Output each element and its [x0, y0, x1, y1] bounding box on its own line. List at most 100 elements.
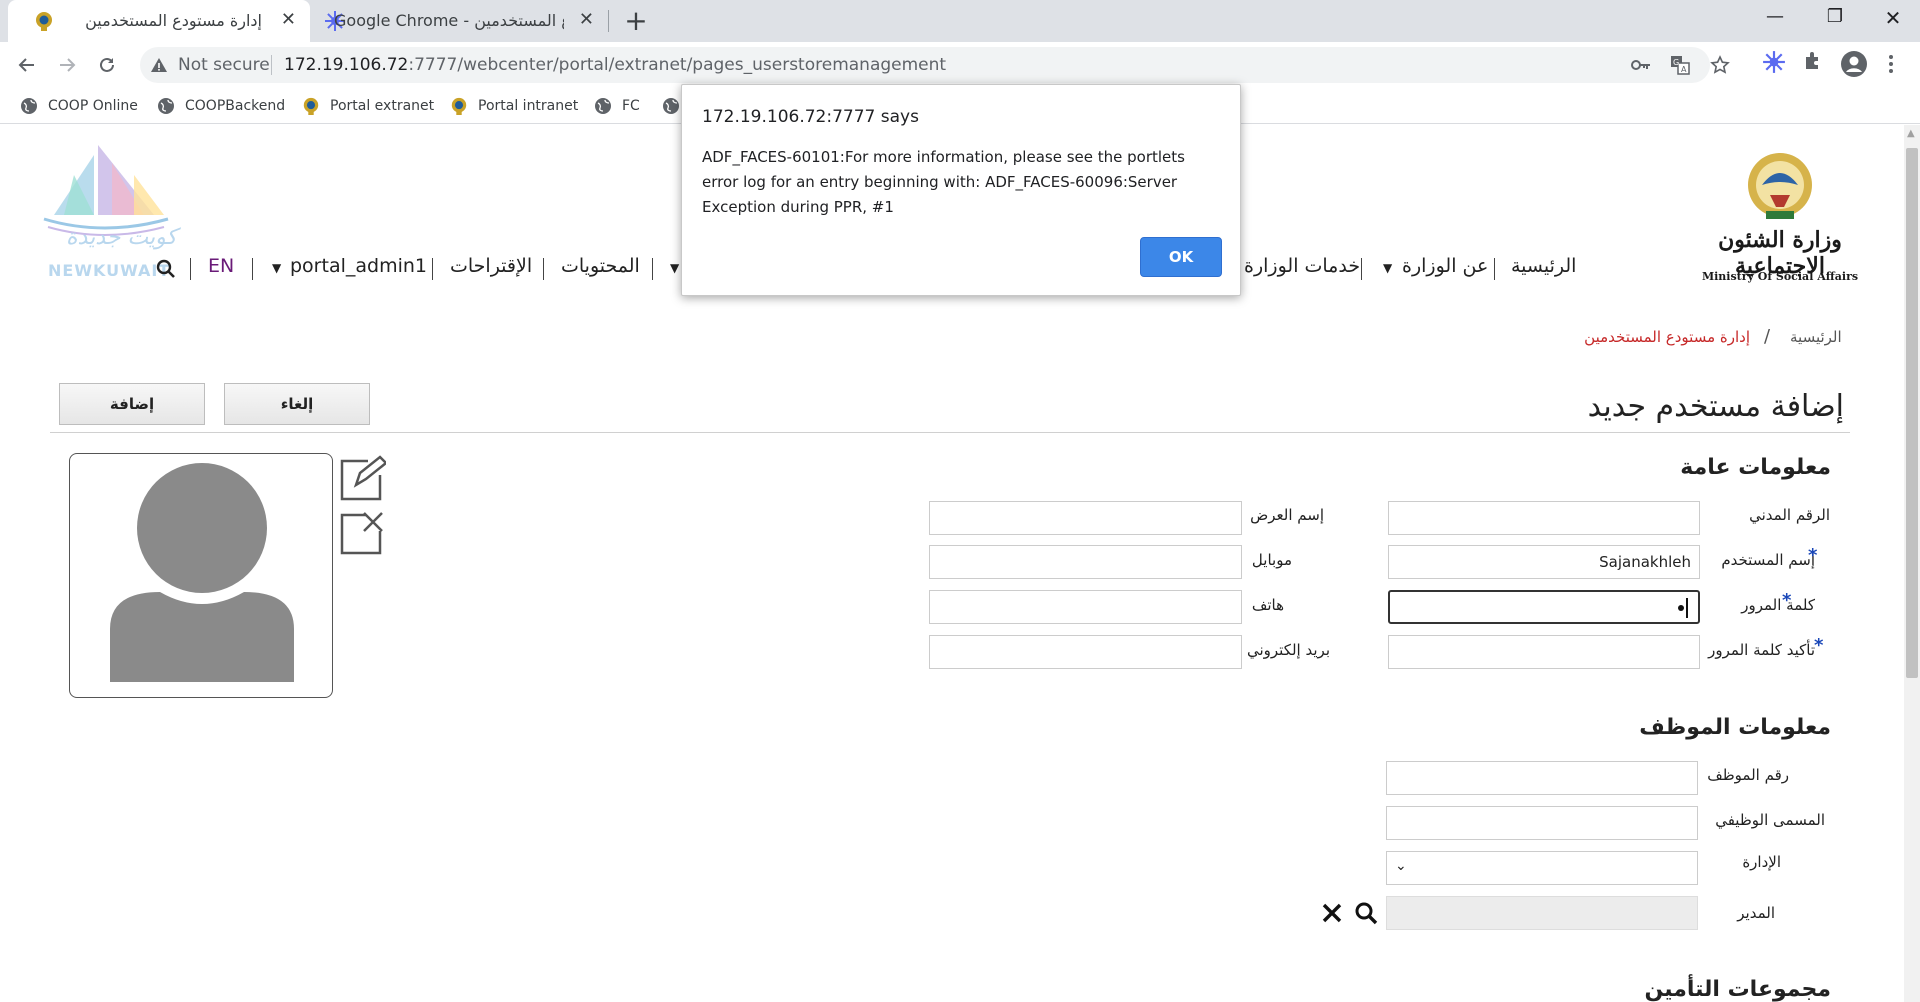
password-label: كلمة المرور — [1741, 596, 1815, 614]
chrome-menu-icon[interactable] — [1888, 54, 1894, 78]
remove-photo-icon[interactable] — [338, 509, 386, 561]
confirm-password-label: تأكيد كلمة المرور — [1708, 641, 1815, 659]
user-photo — [69, 453, 333, 698]
bookmark-portal-intranet[interactable]: Portal intranet — [450, 94, 578, 118]
newkuwait-logo[interactable] — [34, 145, 174, 273]
chevron-down-icon: ⌄ — [1395, 858, 1407, 874]
nav-separator — [1494, 258, 1495, 280]
url-host: 172.19.106.72 — [284, 55, 409, 75]
translate-icon[interactable]: GA — [1670, 55, 1690, 79]
tab-close-icon[interactable]: ✕ — [579, 9, 594, 30]
star-icon[interactable] — [1710, 55, 1730, 79]
key-icon[interactable] — [1630, 55, 1652, 79]
password-input[interactable] — [1388, 590, 1700, 624]
nav-separator — [1361, 258, 1362, 280]
phone-input[interactable] — [929, 590, 1242, 624]
divider — [50, 432, 1850, 433]
ok-button[interactable]: OK — [1140, 237, 1222, 277]
employee-number-label: رقم الموظف — [1707, 766, 1789, 784]
nav-separator — [432, 258, 433, 280]
dialog-message: ADF_FACES-60101:For more information, pl… — [702, 148, 1185, 216]
department-select[interactable]: ⌄ — [1386, 851, 1698, 885]
svg-text:G: G — [1673, 58, 1679, 67]
maximize-icon[interactable]: ❐ — [1820, 6, 1850, 27]
nav-about[interactable]: عن الوزارة — [1402, 255, 1488, 277]
nav-home[interactable]: الرئيسية — [1511, 255, 1576, 277]
tab-separator — [608, 10, 609, 32]
forward-button[interactable] — [50, 48, 84, 82]
confirm-password-input[interactable] — [1388, 635, 1700, 669]
search-icon[interactable] — [156, 259, 176, 284]
nav-separator — [252, 258, 253, 280]
required-marker: * — [1808, 545, 1818, 566]
extensions-puzzle-icon[interactable] — [1802, 50, 1824, 76]
nav-services[interactable]: خدمات الوزارة — [1244, 255, 1360, 277]
civil-id-label: الرقم المدني — [1749, 506, 1830, 524]
security-status[interactable]: Not secure — [178, 55, 270, 75]
breadcrumb-separator: / — [1764, 326, 1771, 347]
bookmark-label: COOPBackend — [185, 98, 286, 114]
back-button[interactable] — [10, 48, 44, 82]
employee-number-input[interactable] — [1386, 761, 1698, 795]
required-marker: * — [1782, 590, 1792, 611]
warning-icon[interactable] — [150, 56, 168, 78]
text-cursor — [1686, 598, 1688, 618]
breadcrumb-current[interactable]: إدارة مستودع المستخدمين — [1582, 328, 1750, 346]
email-input[interactable] — [929, 635, 1242, 669]
bookmark-fc[interactable]: FC — [594, 94, 640, 118]
tab-chrome[interactable]: Google Chrome - ودع المستخدمين ✕ — [310, 0, 608, 42]
nav-separator — [652, 258, 653, 280]
emblem-icon — [451, 97, 467, 115]
new-tab-button[interactable]: + — [624, 5, 648, 37]
bookmark-coopbackend[interactable]: COOPBackend — [157, 94, 285, 118]
add-button[interactable]: إضافة — [59, 383, 205, 425]
close-icon[interactable]: ✕ — [1878, 6, 1908, 30]
extension-icon[interactable] — [1762, 50, 1786, 78]
bookmark-portal-extranet[interactable]: Portal extranet — [302, 94, 434, 118]
url-text[interactable]: 172.19.106.72:7777/webcenter/portal/extr… — [284, 55, 946, 75]
breadcrumb-home[interactable]: الرئيسية — [1790, 328, 1842, 346]
tab-title: إدارة مستودع المستخدمين — [85, 11, 262, 30]
edit-photo-icon[interactable] — [338, 455, 388, 507]
username-label: إسم المستخدم — [1721, 551, 1815, 569]
scroll-up-icon[interactable]: ▲ — [1907, 128, 1915, 139]
browser-toolbar: Not secure 172.19.106.72:7777/webcenter/… — [0, 42, 1920, 88]
search-manager-icon[interactable] — [1354, 901, 1378, 929]
emblem-icon — [1748, 153, 1812, 219]
chevron-down-icon[interactable]: ▼ — [670, 261, 679, 275]
nav-separator — [190, 258, 191, 280]
tab-user-store[interactable]: إدارة مستودع المستخدمين ✕ — [8, 0, 310, 42]
minimize-icon[interactable]: — — [1760, 6, 1790, 27]
manager-input[interactable] — [1386, 896, 1698, 930]
mobile-input[interactable] — [929, 545, 1242, 579]
nav-contents[interactable]: المحتويات — [561, 255, 640, 277]
display-name-input[interactable] — [929, 501, 1242, 535]
clear-manager-icon[interactable] — [1320, 901, 1344, 929]
scrollbar-thumb[interactable] — [1906, 148, 1918, 678]
chevron-down-icon[interactable]: ▼ — [272, 261, 281, 275]
required-marker: * — [1814, 635, 1824, 656]
language-switch[interactable]: EN — [208, 255, 234, 277]
civil-id-input[interactable] — [1388, 501, 1700, 535]
ministry-english: Ministry Of Social Affairs — [1701, 270, 1859, 283]
tab-title: Google Chrome - ودع المستخدمين — [334, 11, 564, 30]
globe-icon — [663, 98, 679, 114]
nav-suggestions[interactable]: الإقتراحات — [450, 255, 532, 277]
cancel-button[interactable]: إلغاء — [224, 383, 370, 425]
bookmark-coop-online[interactable]: COOP Online — [20, 94, 138, 118]
profile-avatar-icon[interactable] — [1840, 50, 1868, 82]
password-dot — [1678, 605, 1684, 611]
reload-button[interactable] — [90, 48, 124, 82]
emblem-icon — [34, 10, 54, 36]
username-input[interactable]: Sajanakhleh — [1388, 545, 1700, 579]
address-bar[interactable]: Not secure 172.19.106.72:7777/webcenter/… — [140, 47, 1730, 83]
url-path: :7777/webcenter/portal/extranet/pages_us… — [408, 55, 947, 75]
bookmark-label: Portal intranet — [478, 98, 579, 114]
tab-close-icon[interactable]: ✕ — [281, 9, 296, 30]
dialog-title: 172.19.106.72:7777 says — [702, 107, 919, 127]
chevron-down-icon[interactable]: ▼ — [1383, 261, 1392, 275]
user-menu[interactable]: portal_admin1 — [290, 255, 427, 277]
emblem-icon — [303, 97, 319, 115]
job-title-input[interactable] — [1386, 806, 1698, 840]
employee-info-heading: معلومات الموظف — [1639, 715, 1831, 740]
